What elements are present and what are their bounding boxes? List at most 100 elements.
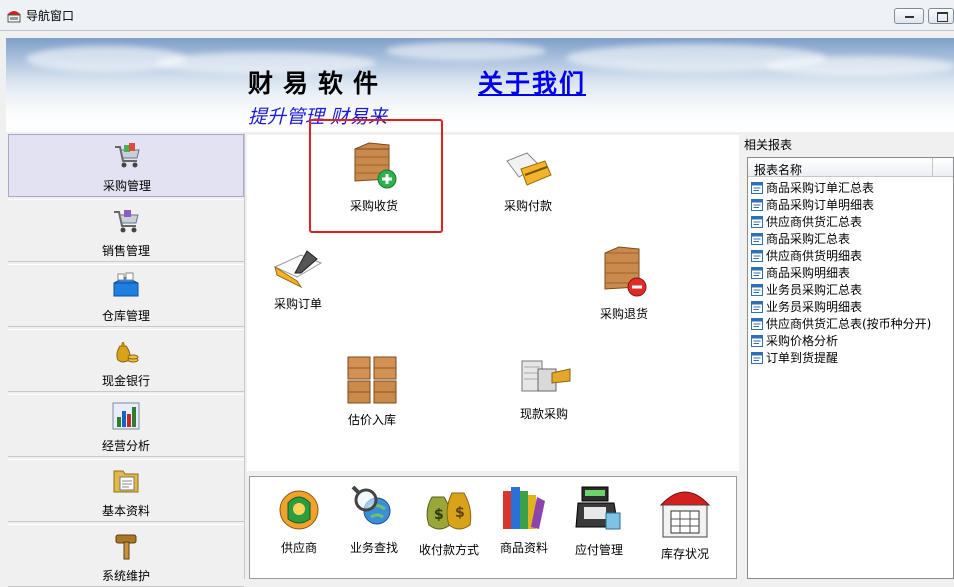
tool-label: 收付款方式 xyxy=(418,543,479,557)
goods-return-icon xyxy=(604,246,647,297)
sidebar-item-label: 采购管理 xyxy=(102,179,151,193)
report-item-label: 商品采购订单明细表 xyxy=(766,198,875,212)
inventory-status-button[interactable]: 库存状况 xyxy=(647,483,723,562)
report-item[interactable]: 商品采购汇总表 xyxy=(751,230,850,247)
product-info-button[interactable]: 商品资料 xyxy=(486,483,562,556)
minimize-icon xyxy=(905,16,914,18)
banner: 财易软件 关于我们 提升管理 财易来 xyxy=(6,38,954,132)
column-separator xyxy=(932,158,933,176)
tool-label: 业务查找 xyxy=(349,541,398,555)
payables-button[interactable]: 应付管理 xyxy=(561,483,637,558)
hammer-icon xyxy=(115,534,137,560)
title-bar: 导航窗口 xyxy=(0,0,954,31)
action-label: 采购订单 xyxy=(273,297,322,311)
report-item-label: 商品采购明细表 xyxy=(766,266,851,280)
module-sidebar: 采购管理 销售管理 仓库管理 现金银行 经营分析 基本资料 系统维护 xyxy=(6,133,245,587)
minimize-button[interactable] xyxy=(894,8,924,24)
cash-purchase-icon xyxy=(521,360,571,392)
report-item-label: 供应商供货汇总表(按币种分开) xyxy=(766,317,932,331)
report-item[interactable]: 订单到货提醒 xyxy=(751,349,838,366)
report-icon xyxy=(751,334,763,347)
warehouse-box-icon xyxy=(113,272,139,297)
sidebar-item-label: 销售管理 xyxy=(101,244,150,258)
sidebar-item-label: 现金银行 xyxy=(101,374,150,388)
report-icon xyxy=(751,249,763,262)
app-icon xyxy=(7,11,21,23)
sidebar-item-label: 基本资料 xyxy=(101,504,150,518)
cash-register-icon xyxy=(575,486,621,530)
sidebar-item-analysis[interactable]: 经营分析 xyxy=(8,394,244,457)
supplier-button[interactable]: 供应商 xyxy=(261,483,337,556)
report-item-label: 业务员采购汇总表 xyxy=(766,283,863,297)
svg-text:$: $ xyxy=(434,507,444,523)
sidebar-item-warehouse[interactable]: 仓库管理 xyxy=(8,264,244,327)
report-item-label: 商品采购汇总表 xyxy=(766,232,851,246)
maximize-icon xyxy=(937,12,948,22)
payment-card-icon xyxy=(506,152,552,186)
report-item[interactable]: 商品采购订单汇总表 xyxy=(751,179,874,196)
report-icon xyxy=(751,317,763,330)
money-bag-icon xyxy=(116,342,139,363)
sales-cart-icon xyxy=(114,210,139,233)
action-label: 采购付款 xyxy=(503,199,552,213)
report-icon xyxy=(751,198,763,211)
sidebar-item-label: 仓库管理 xyxy=(101,309,150,323)
related-reports-panel: 相关报表 报表名称 商品采购订单汇总表 商品采购订单明细表 供应商供货汇总表 商品采购… xyxy=(741,133,954,579)
about-us-link[interactable]: 关于我们 xyxy=(478,64,586,100)
report-icon xyxy=(751,181,763,194)
report-item-label: 供应商供货汇总表 xyxy=(766,215,863,229)
action-label: 估价入库 xyxy=(347,413,396,427)
cash-purchase-button[interactable]: 现款采购 xyxy=(489,355,599,422)
brand-title: 财易软件 xyxy=(248,69,389,98)
report-item-label: 订单到货提醒 xyxy=(766,351,839,365)
supplier-icon xyxy=(279,490,319,530)
tool-label: 库存状况 xyxy=(660,547,709,561)
maximize-button[interactable] xyxy=(928,8,954,24)
document-folder-icon xyxy=(113,470,139,493)
report-item[interactable]: 业务员采购明细表 xyxy=(751,298,862,315)
report-item[interactable]: 业务员采购汇总表 xyxy=(751,281,862,298)
money-bags-icon: $ $ xyxy=(426,492,472,530)
reports-title: 相关报表 xyxy=(744,138,793,152)
tool-label: 商品资料 xyxy=(499,541,548,555)
column-header-report-name[interactable]: 报表名称 xyxy=(754,161,802,178)
purchase-order-icon xyxy=(273,250,323,289)
report-item[interactable]: 采购价格分析 xyxy=(751,332,838,349)
highlight-box xyxy=(309,119,443,233)
sidebar-item-system[interactable]: 系统维护 xyxy=(8,524,244,587)
purchase-payment-button[interactable]: 采购付款 xyxy=(473,147,583,214)
report-item-label: 供应商供货明细表 xyxy=(766,249,863,263)
report-icon xyxy=(751,283,763,296)
magnifier-globe-icon xyxy=(351,485,391,525)
report-list[interactable]: 报表名称 商品采购订单汇总表 商品采购订单明细表 供应商供货汇总表 商品采购汇总表 供应… xyxy=(747,157,954,579)
report-item[interactable]: 供应商供货汇总表 xyxy=(751,213,862,230)
estimated-stockin-button[interactable]: 估价入库 xyxy=(317,355,427,428)
tool-label: 供应商 xyxy=(280,541,317,555)
quick-tools-bar: 供应商 业务查找 $ $ 收付款方式 商品资料 应付管理 库存状况 xyxy=(249,476,737,579)
tool-label: 应付管理 xyxy=(574,543,623,557)
sidebar-item-basic-data[interactable]: 基本资料 xyxy=(8,459,244,522)
sidebar-item-sales[interactable]: 销售管理 xyxy=(8,199,244,262)
action-label: 采购退货 xyxy=(599,307,648,321)
report-item[interactable]: 商品采购订单明细表 xyxy=(751,196,874,213)
books-icon xyxy=(503,487,545,529)
report-item[interactable]: 供应商供货汇总表(按币种分开) xyxy=(751,315,931,332)
report-icon xyxy=(751,266,763,279)
svg-text:$: $ xyxy=(455,505,465,521)
report-item-label: 商品采购订单汇总表 xyxy=(766,181,875,195)
report-item[interactable]: 供应商供货明细表 xyxy=(751,247,862,264)
sidebar-item-cash-bank[interactable]: 现金银行 xyxy=(8,329,244,392)
sidebar-item-purchase[interactable]: 采购管理 xyxy=(8,134,244,197)
report-icon xyxy=(751,232,763,245)
report-item-label: 业务员采购明细表 xyxy=(766,300,863,314)
business-search-button[interactable]: 业务查找 xyxy=(336,483,412,556)
shopping-cart-icon xyxy=(115,143,140,168)
purchase-order-button[interactable]: 采购订单 xyxy=(243,247,353,312)
window-title: 导航窗口 xyxy=(26,9,75,23)
report-item[interactable]: 商品采购明细表 xyxy=(751,264,850,281)
sidebar-item-label: 经营分析 xyxy=(101,439,150,453)
report-list-header[interactable]: 报表名称 xyxy=(748,158,953,177)
payment-methods-button[interactable]: $ $ 收付款方式 xyxy=(411,483,487,558)
goods-return-button[interactable]: 采购退货 xyxy=(569,243,679,322)
report-icon xyxy=(751,351,763,364)
